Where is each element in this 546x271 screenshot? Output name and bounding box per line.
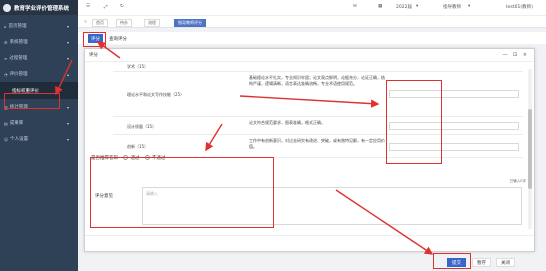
role-select[interactable]: 指导教师 [443,4,461,10]
chevron-down-icon: ▾ [66,39,69,45]
criteria-item: 学术（15） [127,64,149,69]
chevron-down-icon: ▾ [66,55,69,61]
table-row: 学术（15） [113,63,523,72]
sidebar-item-process[interactable]: ≡ 过程管理 ▾ [0,50,78,66]
gear-icon: ⚙ [4,39,8,45]
table-row: 设计质量（15） 论文符合规范要求，图表准确，格式正确。 [113,118,523,135]
criteria-desc: 基础理论水平扎实，专业知识牢固；论文观点鲜明，论据充分，论证正确，结构严谨，逻辑… [249,75,385,87]
tab-todo[interactable]: 待办 [116,19,132,27]
menu-toggle-icon[interactable]: ☰ [86,4,90,9]
book-icon: ▤ [4,120,8,126]
logo: 教育学业评价管理系统 [0,0,78,15]
logo-icon [3,3,11,12]
top-bar: ☰ ⤢ ↻ ✉ ▦ 2022届 ▾ 指导教师 ▾ test01(教师) [78,0,546,15]
tab-review-query[interactable]: 查询评分 [106,34,130,43]
sidebar-item-evaluation[interactable]: ◔ 评价管理 ▴ [0,66,78,82]
criteria-item: 设计质量（15） [127,124,157,129]
dialog-header: 评分 [85,49,534,62]
year-select[interactable]: 2022届 [396,4,412,10]
dialog-scrollbar[interactable] [528,69,532,229]
highlight-box-sidebar [4,93,60,109]
tab-home[interactable]: 首页 [92,19,108,27]
chevron-down-icon: ▾ [66,23,69,29]
dialog-title: 评分 [89,53,98,58]
highlight-box-form [90,157,274,228]
refresh-icon[interactable]: ↻ [120,4,124,9]
criteria-item: 理论水平和论文写作技能（25） [127,92,185,97]
char-count: 已输入0字 [509,179,526,183]
chevron-up-icon: ▴ [66,71,69,77]
sidebar-item-results[interactable]: ▤ 成果库 ▾ [0,115,78,131]
sidebar-item-home[interactable]: ⌂ 首页管理 ▾ [0,18,78,34]
criteria-desc: 工作中有创新意识，对过去研究有改进、突破，或有独特见解，有一定应用价值。 [249,138,385,150]
criteria-item: 创新（15） [127,144,149,149]
sidebar-item-profile[interactable]: ☺ 个人设置 ▾ [0,131,78,147]
highlight-box-score-inputs [386,80,442,164]
tabs-prev-icon[interactable]: « [84,19,87,25]
close-button[interactable]: 关闭 [496,258,515,267]
table-row: 创新（15） 工作中有创新意识，对过去研究有改进、突破，或有独特见解，有一定应用… [113,136,523,158]
user-icon: ☺ [4,136,9,142]
role-chevron-icon: ▾ [468,4,471,9]
expand-icon[interactable]: ⤢ [104,4,108,10]
sub-tabs: 评分 查询评分 [78,32,546,44]
app-root: 教育学业评价管理系统 ⌂ 首页管理 ▾ ⚙ 系统管理 ▾ ≡ 过程管理 ▾ ◔ 评价管理 ▴ 指… [0,0,546,271]
year-chevron-icon: ▾ [416,4,419,9]
tabs-bar: « 首页 待办 流程 指导教师评分 [78,15,546,28]
tab-advisor-review[interactable]: 指导教师评分 [174,19,206,27]
chevron-down-icon: ▾ [66,120,69,126]
calendar-icon[interactable]: ▦ [378,4,382,9]
home-icon: ⌂ [4,23,7,29]
mail-icon[interactable]: ✉ [353,4,357,9]
scroll-thumb[interactable] [528,109,532,189]
dialog-window-controls[interactable]: — ⊡ × [502,52,529,58]
chevron-down-icon: ▾ [66,104,69,110]
table-row: 理论水平和论文写作技能（25） 基础理论水平扎实，专业知识牢固；论文观点鲜明，论… [113,73,523,117]
highlight-box-review-tab [83,32,106,47]
chart-icon: ◔ [4,71,8,77]
list-icon: ≡ [4,55,8,61]
submit-button[interactable]: 提交 [447,258,466,267]
sidebar: 教育学业评价管理系统 ⌂ 首页管理 ▾ ⚙ 系统管理 ▾ ≡ 过程管理 ▾ ◔ 评价管理 ▴ 指… [0,0,78,271]
save-draft-button[interactable]: 暂存 [472,258,491,267]
tab-process[interactable]: 流程 [144,19,160,27]
dialog-footer [85,235,534,251]
criteria-desc: 论文符合规范要求，图表准确，格式正确。 [249,120,325,125]
user-menu[interactable]: test01(教师) [506,4,533,10]
app-title: 教育学业评价管理系统 [14,5,70,12]
sidebar-item-system[interactable]: ⚙ 系统管理 ▾ [0,34,78,50]
chevron-down-icon: ▾ [66,136,69,142]
